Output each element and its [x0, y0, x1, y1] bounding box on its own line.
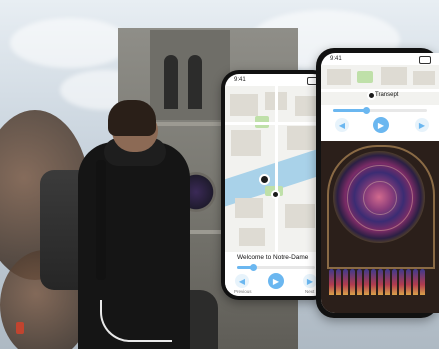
welcome-message: Welcome to Notre-Dame [237, 254, 309, 261]
hair [108, 100, 156, 136]
play-button[interactable]: ▶ [268, 273, 284, 289]
location-pin-icon[interactable] [259, 174, 270, 185]
map-park [357, 71, 373, 83]
camera-icon [419, 56, 431, 64]
map-block [285, 204, 315, 228]
progress-bar[interactable] [237, 264, 315, 271]
phone-audio-guide: 9:41 Transept ◀ ▶ ▶ [316, 48, 439, 318]
map-road [275, 86, 278, 252]
progress-bar[interactable] [333, 107, 427, 114]
map-block [231, 130, 261, 156]
map-block [230, 94, 258, 116]
backpack-strap [96, 160, 106, 280]
map-block [235, 198, 263, 218]
progress-knob[interactable] [250, 264, 257, 271]
track-title: Transept [375, 92, 399, 98]
tower-window [164, 55, 178, 109]
player-panel: Welcome to Notre-Dame ◀ ▶ ▶ Previous Nex… [225, 252, 327, 296]
rose-window-photo[interactable] [321, 141, 439, 313]
progress-knob[interactable] [363, 107, 370, 114]
luggage-tag [16, 322, 24, 334]
play-button[interactable]: ▶ [373, 117, 389, 133]
status-time: 9:41 [330, 56, 342, 62]
headphones-cable-icon [100, 300, 172, 342]
status-bar: 9:41 [321, 53, 439, 65]
previous-button[interactable]: ◀ [335, 118, 349, 132]
phone-screen: 9:41 Transept ◀ ▶ ▶ [321, 53, 439, 313]
city-map[interactable] [225, 86, 327, 252]
phone-map-player: 9:41 Welcome to Notre-Dame ◀ ▶ ▶ Previou… [221, 70, 331, 300]
previous-label: Previous [234, 289, 252, 294]
progress-fill [333, 109, 366, 112]
map-block [413, 71, 435, 85]
next-button[interactable]: ▶ [303, 274, 317, 288]
lancet-windows [329, 269, 425, 295]
map-block [381, 67, 407, 85]
cloud [10, 18, 130, 68]
map-block [239, 228, 265, 246]
tower-window [188, 55, 202, 109]
location-pin-icon[interactable] [271, 190, 280, 199]
phone-screen: 9:41 Welcome to Notre-Dame ◀ ▶ ▶ Previou… [225, 74, 327, 296]
next-label: Next [305, 289, 315, 294]
previous-button[interactable]: ◀ [235, 274, 249, 288]
player-panel: ◀ ▶ ▶ [321, 105, 439, 139]
rose-window-tracery [363, 181, 397, 215]
status-bar: 9:41 [225, 74, 327, 86]
status-time: 9:41 [234, 77, 246, 83]
city-map[interactable]: Transept [321, 65, 439, 105]
next-button[interactable]: ▶ [415, 118, 429, 132]
map-block [287, 126, 317, 150]
map-block [327, 69, 351, 85]
